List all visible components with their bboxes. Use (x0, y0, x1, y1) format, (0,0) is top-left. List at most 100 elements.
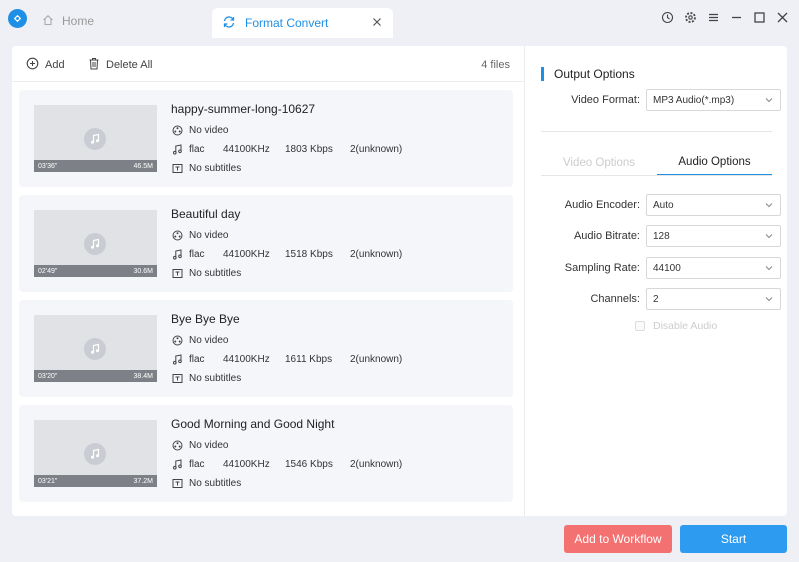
output-options-title: Output Options (541, 67, 635, 81)
sampling-rate-select[interactable]: 44100 (646, 257, 781, 279)
no-video-icon (171, 229, 183, 241)
music-note-icon (84, 443, 106, 465)
start-button[interactable]: Start (680, 525, 787, 553)
audio-sample-rate: 44100KHz (223, 353, 270, 365)
tab-format-convert[interactable]: Format Convert (212, 8, 393, 38)
video-status: No video (189, 229, 229, 241)
audio-bitrate-label: Audio Bitrate: (573, 230, 640, 242)
tab-home[interactable]: Home (42, 8, 94, 34)
subtitle-info: No subtitles (171, 477, 241, 489)
duration: 03'20" (38, 372, 58, 380)
tab-audio-options[interactable]: Audio Options (657, 150, 772, 176)
file-size: 30.6M (133, 267, 153, 275)
file-pane: Add Delete All 4 files 03'36" 46.5M happ… (12, 46, 524, 516)
subtitle-status: No subtitles (189, 372, 242, 384)
audio-channels: 2(unknown) (350, 458, 403, 470)
music-note-icon (84, 233, 106, 255)
no-video-icon (171, 334, 183, 346)
duration: 03'21" (38, 477, 58, 485)
audio-encoder-label: Audio Encoder: (564, 199, 640, 211)
channels-select[interactable]: 2 (646, 288, 781, 310)
file-name: Bye Bye Bye (171, 312, 240, 326)
subtitle-icon (171, 267, 183, 279)
thumbnail: 02'49" 30.6M (34, 210, 157, 277)
video-info: No video (171, 439, 228, 451)
video-format-select[interactable]: MP3 Audio(*.mp3) (646, 89, 781, 111)
chevron-down-icon (764, 231, 774, 241)
thumbnail: 03'21" 37.2M (34, 420, 157, 487)
video-info: No video (171, 334, 228, 346)
file-name: happy-summer-long-10627 (171, 102, 316, 116)
video-info: No video (171, 124, 228, 136)
list-item[interactable]: 02'49" 30.6M Beautiful day No video flac… (19, 195, 513, 292)
delete-all-label: Delete All (106, 59, 153, 71)
chevron-down-icon (764, 294, 774, 304)
thumbnail-info-bar: 03'36" 46.5M (34, 160, 157, 172)
gear-icon[interactable] (683, 10, 697, 24)
list-item[interactable]: 03'21" 37.2M Good Morning and Good Night… (19, 405, 513, 502)
close-tab-icon[interactable] (371, 16, 383, 28)
video-status: No video (189, 439, 229, 451)
subtitle-icon (171, 162, 183, 174)
file-size: 37.2M (133, 477, 153, 485)
audio-bitrate-select[interactable]: 128 (646, 225, 781, 247)
disable-audio-option[interactable]: Disable Audio (635, 320, 717, 332)
audio-sample-rate: 44100KHz (223, 143, 270, 155)
audio-bitrate: 1803 Kbps (285, 143, 333, 155)
add-to-workflow-button[interactable]: Add to Workflow (564, 525, 672, 553)
sampling-rate-value: 44100 (653, 262, 681, 274)
channels-label: Channels: (590, 293, 640, 305)
video-status: No video (189, 334, 229, 346)
history-icon[interactable] (660, 10, 674, 24)
audio-codec: flac (189, 143, 205, 155)
convert-icon (222, 15, 236, 32)
audio-track-icon (171, 353, 183, 365)
list-item[interactable]: 03'20" 38.4M Bye Bye Bye No video flac 4… (19, 300, 513, 397)
subtitle-info: No subtitles (171, 267, 241, 279)
tab-home-label: Home (62, 14, 95, 28)
list-item[interactable]: 03'36" 46.5M happy-summer-long-10627 No … (19, 90, 513, 187)
subtitle-status: No subtitles (189, 477, 242, 489)
audio-encoder-select[interactable]: Auto (646, 194, 781, 216)
tab-video-options[interactable]: Video Options (541, 150, 657, 176)
window-controls (660, 10, 789, 24)
audio-channels: 2(unknown) (350, 248, 403, 260)
subtitle-info: No subtitles (171, 372, 241, 384)
music-note-icon (84, 128, 106, 150)
audio-channels: 2(unknown) (350, 353, 403, 365)
audio-track-icon (171, 143, 183, 155)
thumbnail: 03'36" 46.5M (34, 105, 157, 172)
video-status: No video (189, 124, 229, 136)
delete-all-button[interactable]: Delete All (88, 57, 152, 73)
minimize-icon[interactable] (729, 10, 743, 24)
file-name: Good Morning and Good Night (171, 417, 335, 431)
disable-audio-label: Disable Audio (653, 320, 718, 332)
audio-bitrate-value: 128 (653, 230, 670, 242)
audio-codec: flac (189, 248, 205, 260)
title-bar: Home Format Convert (0, 0, 799, 38)
add-button[interactable]: Add (26, 57, 65, 73)
maximize-icon[interactable] (752, 10, 766, 24)
thumbnail: 03'20" 38.4M (34, 315, 157, 382)
file-toolbar: Add Delete All 4 files (12, 46, 524, 82)
channels-value: 2 (653, 293, 659, 305)
audio-track-icon (171, 248, 183, 260)
subtitle-icon (171, 477, 183, 489)
video-format-label: Video Format: (571, 94, 640, 106)
add-icon (26, 57, 39, 73)
audio-encoder-value: Auto (653, 199, 674, 211)
divider (541, 131, 772, 132)
audio-info: flac 44100KHz 1803 Kbps 2(unknown) (171, 143, 402, 155)
file-name: Beautiful day (171, 207, 241, 221)
menu-icon[interactable] (706, 10, 720, 24)
file-size: 38.4M (133, 372, 153, 380)
duration: 02'49" (38, 267, 58, 275)
tab-format-convert-label: Format Convert (245, 16, 329, 30)
audio-bitrate: 1611 Kbps (285, 353, 333, 365)
disable-audio-checkbox[interactable] (635, 321, 645, 331)
home-icon (42, 14, 54, 29)
audio-sample-rate: 44100KHz (223, 458, 270, 470)
audio-info: flac 44100KHz 1518 Kbps 2(unknown) (171, 248, 402, 260)
subtitle-status: No subtitles (189, 162, 242, 174)
close-window-icon[interactable] (775, 10, 789, 24)
